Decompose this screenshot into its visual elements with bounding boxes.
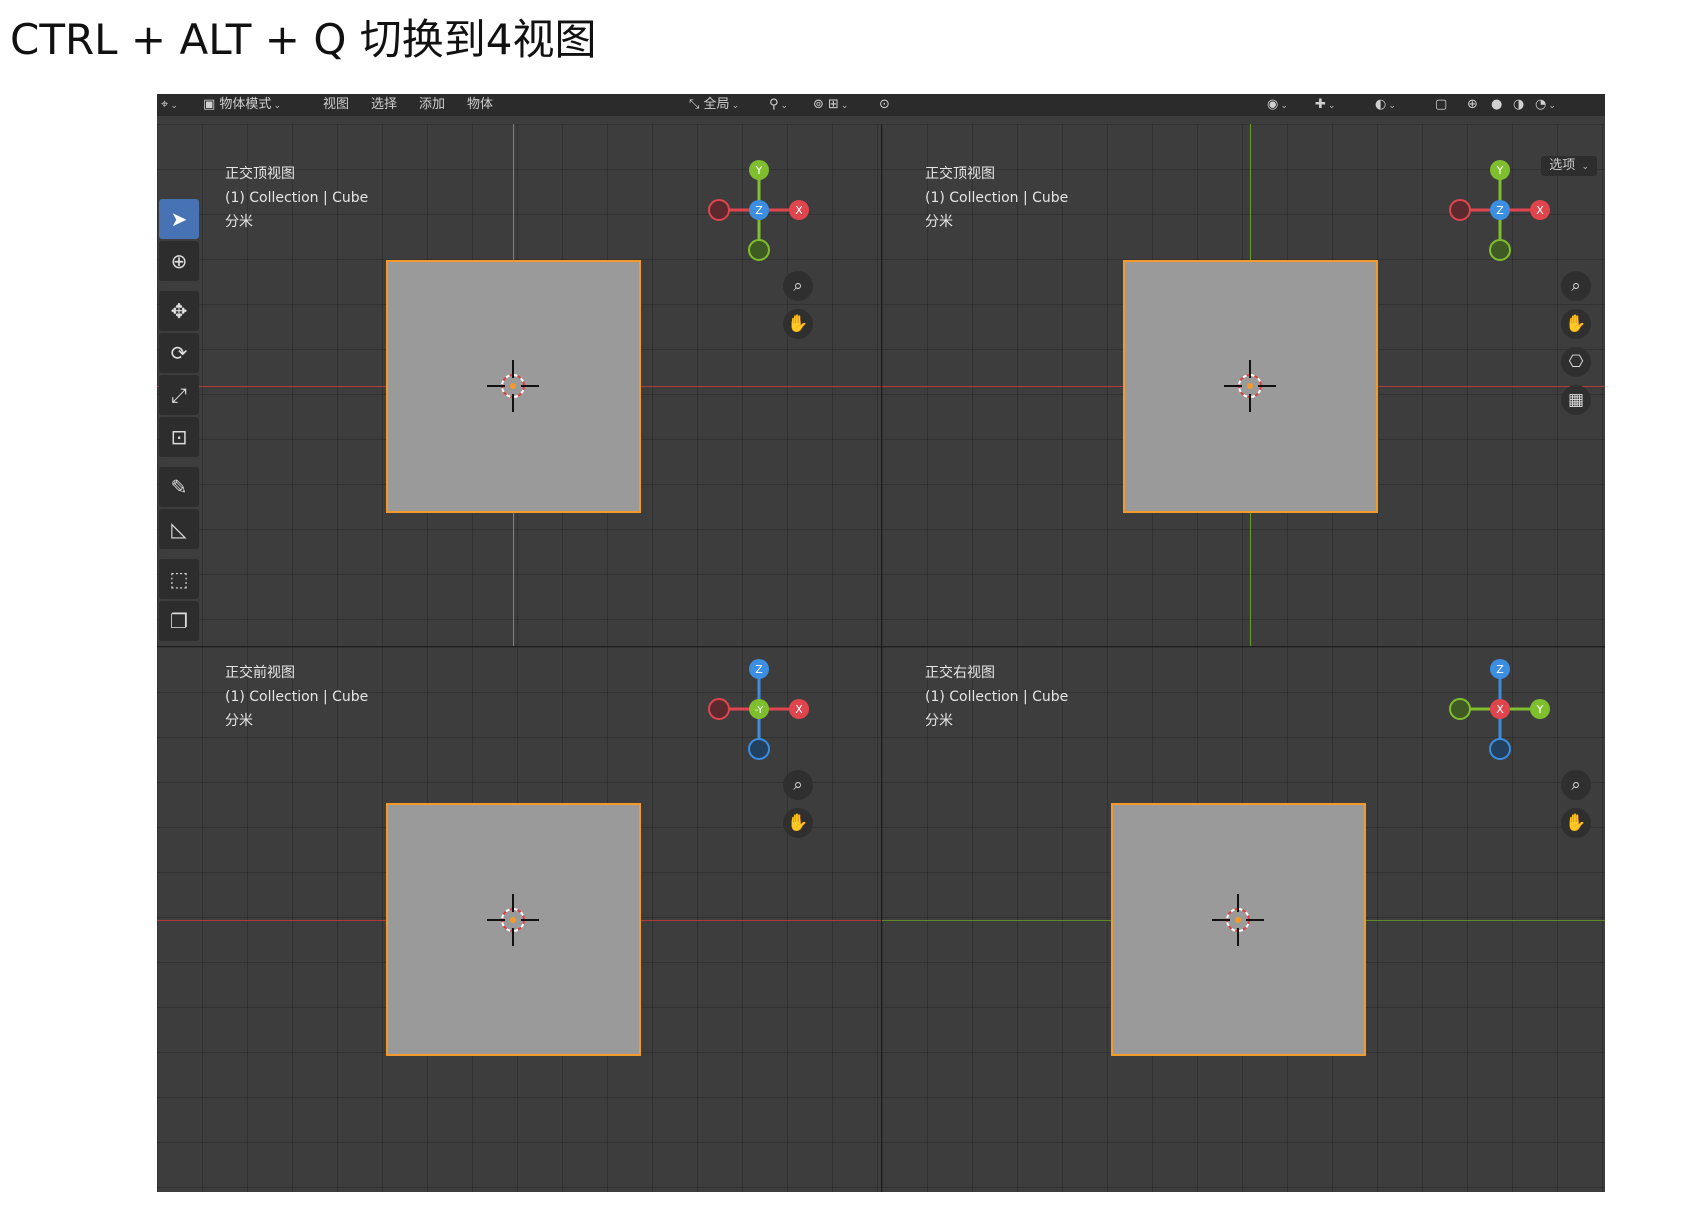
shading-wire-icon[interactable]: ⊕ xyxy=(1467,96,1478,114)
view-info: 正交前视图 (1) Collection | Cube 分米 xyxy=(225,661,368,733)
view-title: 正交顶视图 xyxy=(925,166,995,182)
viewport-divider-vertical[interactable] xyxy=(881,124,882,1192)
view-title: 正交右视图 xyxy=(925,665,995,681)
view-info: 正交右视图 (1) Collection | Cube 分米 xyxy=(925,661,1068,733)
view-title: 正交顶视图 xyxy=(225,166,295,182)
overlay-toggle-icon[interactable]: ◐ ⌄ xyxy=(1375,96,1396,114)
gizmo-top-label: Z xyxy=(1496,663,1504,676)
zoom-icon[interactable]: ⌕ xyxy=(1561,770,1591,800)
gizmo-top-label: Y xyxy=(1496,164,1504,177)
toolbar: ➤ ⊕ ✥ ⟳ ⤢ ⊡ ✎ ◺ ⬚ ❐ xyxy=(157,199,201,646)
cursor-tool-icon[interactable]: ⊕ xyxy=(159,241,199,281)
gizmo-right-label: X xyxy=(1536,204,1544,217)
viewport-header: ⌖ ⌄ ▣ 物体模式 ⌄ 视图 选择 添加 物体 ⤡ 全局 ⌄ ⚲ ⌄ ⊚ ⊞ ⌄ ⊙ ◉… xyxy=(157,94,1605,116)
viewport-top-right[interactable]: 正交顶视图 (1) Collection | Cube 分米 选项 ⌄ X Y … xyxy=(882,124,1605,646)
xray-icon[interactable]: ▢ xyxy=(1435,96,1447,114)
view-collection: (1) Collection | Cube xyxy=(225,190,369,206)
grid-icon[interactable]: ▦ xyxy=(1561,385,1591,415)
gizmo-right-label: Y xyxy=(1536,703,1544,716)
scale-tool-icon[interactable]: ⤢ xyxy=(159,375,199,415)
measure-tool-icon[interactable]: ◺ xyxy=(159,509,199,549)
slide-title: CTRL + ALT + Q 切换到4视图 xyxy=(10,15,597,64)
navigation-gizmo[interactable]: X Z -Y xyxy=(707,653,817,763)
proportional-icon[interactable]: ⊙ xyxy=(879,96,890,114)
camera-icon[interactable]: ⎔ xyxy=(1561,347,1591,377)
blender-window: ⌖ ⌄ ▣ 物体模式 ⌄ 视图 选择 添加 物体 ⤡ 全局 ⌄ ⚲ ⌄ ⊚ ⊞ ⌄ ⊙ ◉… xyxy=(157,94,1605,1192)
shading-material-icon[interactable]: ◑ xyxy=(1513,96,1524,114)
mode-dropdown[interactable]: ▣ 物体模式 ⌄ xyxy=(203,96,281,114)
viewport-top-left[interactable]: 正交顶视图 (1) Collection | Cube 分米 X Y Z ⌕ ✋… xyxy=(157,124,881,646)
hand-icon[interactable]: ✋ xyxy=(1561,808,1591,838)
gizmo-right-label: X xyxy=(795,703,803,716)
3d-cursor-icon xyxy=(1224,360,1276,412)
view-units: 分米 xyxy=(225,214,253,230)
snap-icon[interactable]: ⊚ ⊞ ⌄ xyxy=(813,96,848,114)
navigation-gizmo[interactable]: X Y Z xyxy=(1448,154,1558,264)
menu-view[interactable]: 视图 xyxy=(323,96,349,114)
viewport-bottom-left[interactable]: 正交前视图 (1) Collection | Cube 分米 X Z -Y ⌕ … xyxy=(157,647,881,1192)
shading-rendered-icon[interactable]: ◔ ⌄ xyxy=(1535,96,1556,114)
hand-icon[interactable]: ✋ xyxy=(1561,309,1591,339)
rotate-tool-icon[interactable]: ⟳ xyxy=(159,333,199,373)
3d-cursor-icon xyxy=(487,360,539,412)
hand-icon[interactable]: ✋ xyxy=(783,309,813,339)
annotate-tool-icon[interactable]: ✎ xyxy=(159,467,199,507)
view-units: 分米 xyxy=(925,214,953,230)
menu-object[interactable]: 物体 xyxy=(467,96,493,114)
view-info: 正交顶视图 (1) Collection | Cube 分米 xyxy=(225,162,368,234)
view-info: 正交顶视图 (1) Collection | Cube 分米 xyxy=(925,162,1068,234)
navigation-gizmo[interactable]: X Y Z xyxy=(707,154,817,264)
select-box-tool-icon[interactable]: ➤ xyxy=(159,199,199,239)
move-tool-icon[interactable]: ✥ xyxy=(159,291,199,331)
editor-type-icon[interactable]: ⌖ ⌄ xyxy=(161,96,178,114)
duplicate-tool-icon[interactable]: ❐ xyxy=(159,601,199,641)
visibility-icon[interactable]: ◉ ⌄ xyxy=(1267,96,1288,114)
shading-solid-icon[interactable]: ● xyxy=(1491,96,1502,114)
view-units: 分米 xyxy=(925,713,953,729)
gizmo-toggle-icon[interactable]: ✚ ⌄ xyxy=(1315,96,1335,114)
orientation-label: 全局 xyxy=(703,97,730,112)
view-collection: (1) Collection | Cube xyxy=(925,190,1069,206)
viewport-bottom-right[interactable]: 正交右视图 (1) Collection | Cube 分米 Y Z X ⌕ ✋ xyxy=(882,647,1605,1192)
mode-label: 物体模式 xyxy=(219,97,272,112)
hand-icon[interactable]: ✋ xyxy=(783,808,813,838)
3d-cursor-icon xyxy=(1212,894,1264,946)
3d-cursor-icon xyxy=(487,894,539,946)
add-cube-tool-icon[interactable]: ⬚ xyxy=(159,559,199,599)
gizmo-top-label: Z xyxy=(755,663,763,676)
gizmo-center-label: -Y xyxy=(755,705,764,716)
orientation-icon: ⤡ xyxy=(689,97,700,112)
view-collection: (1) Collection | Cube xyxy=(225,689,369,705)
zoom-icon[interactable]: ⌕ xyxy=(783,770,813,800)
view-units: 分米 xyxy=(225,713,253,729)
view-collection: (1) Collection | Cube xyxy=(925,689,1069,705)
zoom-icon[interactable]: ⌕ xyxy=(1561,271,1591,301)
gizmo-top-label: Y xyxy=(755,164,763,177)
view-title: 正交前视图 xyxy=(225,665,295,681)
transform-tool-icon[interactable]: ⊡ xyxy=(159,417,199,457)
orientation-dropdown[interactable]: ⤡ 全局 ⌄ xyxy=(689,96,739,114)
menu-select[interactable]: 选择 xyxy=(371,96,397,114)
gizmo-center-label: Z xyxy=(1496,204,1504,217)
zoom-icon[interactable]: ⌕ xyxy=(783,271,813,301)
navigation-gizmo[interactable]: Y Z X xyxy=(1448,653,1558,763)
gizmo-center-label: X xyxy=(1496,703,1504,716)
pivot-icon[interactable]: ⚲ ⌄ xyxy=(769,96,788,114)
gizmo-center-label: Z xyxy=(755,204,763,217)
gizmo-right-label: X xyxy=(795,204,803,217)
menu-add[interactable]: 添加 xyxy=(419,96,445,114)
